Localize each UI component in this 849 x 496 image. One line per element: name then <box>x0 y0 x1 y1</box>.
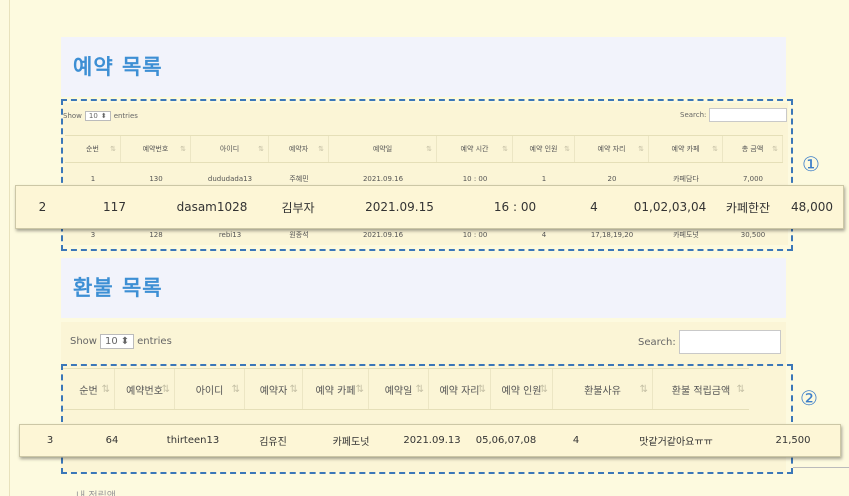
select-arrows-icon: ⬍ <box>120 336 130 347</box>
highlighted-refund-row: 3 64 thirteen13 김유진 카페도넛 2021.09.13 05,0… <box>19 424 841 457</box>
entries-value: 10 <box>104 336 118 347</box>
cell: 117 <box>103 200 126 214</box>
page-left-edge <box>0 0 10 496</box>
cell: 김부자 <box>281 200 315 215</box>
cell: 김유진 <box>259 437 287 448</box>
refund-title-bar: 환불 목록 <box>61 258 786 318</box>
refund-list-title: 환불 목록 <box>73 276 163 300</box>
cell: 01,02,03,04 <box>633 200 707 214</box>
refund-search-input[interactable] <box>678 330 781 354</box>
annotation-badge-1: ① <box>802 152 820 176</box>
annotation-badge-2: ② <box>800 386 818 410</box>
entries-label: entries <box>137 336 172 347</box>
cell: 16 : 00 <box>493 200 537 214</box>
divider <box>793 467 849 468</box>
cell: 4 <box>590 200 598 214</box>
cell: thirteen13 <box>166 435 220 446</box>
cell: dasam1028 <box>176 200 248 214</box>
cell: 2 <box>38 200 47 214</box>
refund-entries-select[interactable]: 10 ⬍ <box>99 334 135 349</box>
show-label: Show <box>70 336 97 347</box>
search-label: Search: <box>638 336 676 348</box>
refund-length-control: Show 10 ⬍ entries <box>70 334 172 349</box>
cell: 64 <box>105 435 119 446</box>
highlighted-reservation-row: 2 117 dasam1028 김부자 2021.09.15 16 : 00 4… <box>15 185 844 229</box>
cell: 2021.09.13 <box>403 435 461 446</box>
cell: 05,06,07,08 <box>475 435 537 446</box>
reservation-list-title: 예약 목록 <box>73 55 163 79</box>
cell: 2021.09.15 <box>365 200 434 214</box>
cell: 4 <box>572 435 580 446</box>
refund-search-control: Search: <box>638 330 781 354</box>
highlight-region-2 <box>61 364 793 474</box>
cell: 48,000 <box>791 200 833 214</box>
cell: 카페한잔 <box>725 200 771 215</box>
cell: 21,500 <box>775 435 811 446</box>
footer-section-label: 내 적립액 <box>76 487 116 496</box>
reservation-title-bar: 예약 목록 <box>61 37 786 97</box>
cell: 3 <box>46 435 54 446</box>
cell: 카페도넛 <box>332 437 370 448</box>
cell: 맛같거같아요ㅠㅠ <box>639 437 713 448</box>
